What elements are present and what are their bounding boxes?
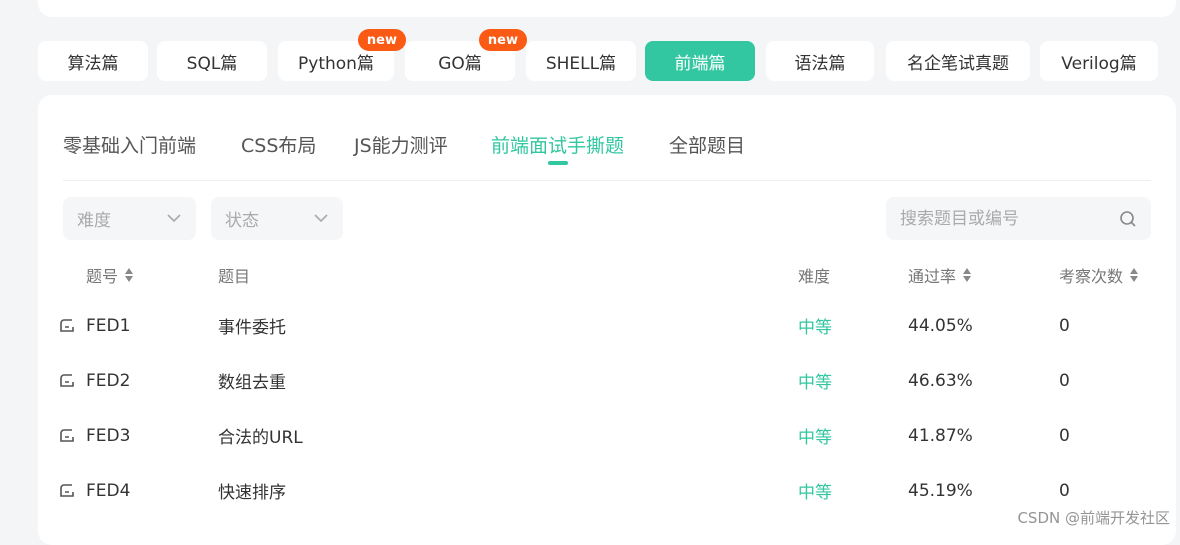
problem-pass-rate: 46.63% [908, 353, 973, 408]
watermark: CSDN @前端开发社区 [1017, 507, 1170, 528]
problem-icon [58, 316, 76, 334]
subtab-interview-coding[interactable]: 前端面试手撕题 [491, 131, 624, 158]
divider [63, 180, 1151, 181]
problem-id: FED1 [86, 298, 130, 353]
problem-id: FED4 [86, 463, 130, 518]
top-card [38, 0, 1176, 17]
column-header-label: 题目 [218, 263, 250, 287]
category-label: 名企笔试真题 [907, 49, 1009, 74]
new-badge: new [358, 29, 406, 51]
category-bar: 算法篇 SQL篇 Python篇new GO篇new SHELL篇 前端篇 语法… [38, 41, 1158, 81]
category-shell[interactable]: SHELL篇 [526, 41, 636, 81]
problem-title[interactable]: 事件委托 [218, 298, 286, 353]
problem-title[interactable]: 合法的URL [218, 408, 303, 463]
category-algorithm[interactable]: 算法篇 [38, 41, 148, 81]
category-label: 算法篇 [68, 49, 119, 74]
sort-icon[interactable] [1129, 267, 1139, 283]
problem-difficulty: 中等 [798, 353, 832, 408]
column-header-title: 题目 [218, 263, 250, 287]
problem-pass-rate: 45.19% [908, 463, 973, 518]
column-header-label: 通过率 [908, 263, 956, 287]
problem-title[interactable]: 快速排序 [218, 463, 286, 518]
column-header-pass-rate[interactable]: 通过率 [908, 263, 972, 287]
search-icon[interactable] [1119, 210, 1137, 228]
problem-id: FED2 [86, 353, 130, 408]
problem-difficulty: 中等 [798, 463, 832, 518]
chevron-down-icon [166, 210, 182, 226]
problem-pass-rate: 44.05% [908, 298, 973, 353]
table-row[interactable]: FED4 快速排序 中等 45.19% 0 [38, 463, 1176, 518]
table-row[interactable]: FED1 事件委托 中等 44.05% 0 [38, 298, 1176, 353]
category-sql[interactable]: SQL篇 [157, 41, 267, 81]
problem-list-card: 零基础入门前端 CSS布局 JS能力测评 前端面试手撕题 全部题目 难度 状态 … [38, 95, 1176, 545]
difficulty-filter-label: 难度 [77, 206, 111, 231]
category-company-exams[interactable]: 名企笔试真题 [886, 41, 1030, 81]
problem-icon [58, 426, 76, 444]
category-frontend[interactable]: 前端篇 [645, 41, 755, 81]
problem-difficulty: 中等 [798, 298, 832, 353]
category-label: Python篇 [298, 49, 374, 74]
category-label: Verilog篇 [1061, 49, 1136, 74]
status-filter[interactable]: 状态 [211, 197, 343, 240]
category-label: 前端篇 [675, 49, 726, 74]
subtab-js-assessment[interactable]: JS能力测评 [354, 131, 448, 158]
problem-count: 0 [1059, 353, 1070, 408]
new-badge: new [479, 29, 527, 51]
sort-icon[interactable] [962, 267, 972, 283]
problem-difficulty: 中等 [798, 408, 832, 463]
problem-pass-rate: 41.87% [908, 408, 973, 463]
category-label: SHELL篇 [546, 49, 616, 74]
subtab-all-problems[interactable]: 全部题目 [669, 131, 745, 158]
category-python[interactable]: Python篇new [278, 41, 394, 81]
problem-count: 0 [1059, 408, 1070, 463]
column-header-label: 难度 [798, 263, 830, 287]
column-header-count[interactable]: 考察次数 [1059, 263, 1139, 287]
problem-icon [58, 481, 76, 499]
column-header-label: 考察次数 [1059, 263, 1123, 287]
chevron-down-icon [313, 210, 329, 226]
difficulty-filter[interactable]: 难度 [63, 197, 196, 240]
table-row[interactable]: FED3 合法的URL 中等 41.87% 0 [38, 408, 1176, 463]
subtab-css-layout[interactable]: CSS布局 [241, 131, 316, 158]
search-input[interactable] [900, 197, 1110, 240]
category-syntax[interactable]: 语法篇 [766, 41, 874, 81]
table-row[interactable]: FED2 数组去重 中等 46.63% 0 [38, 353, 1176, 408]
problem-count: 0 [1059, 298, 1070, 353]
category-label: 语法篇 [795, 49, 846, 74]
problem-icon [58, 371, 76, 389]
sort-icon[interactable] [124, 267, 134, 283]
search-box [886, 197, 1151, 240]
category-label: SQL篇 [187, 49, 238, 74]
subtab-frontend-basics[interactable]: 零基础入门前端 [63, 131, 196, 158]
column-header-label: 题号 [86, 263, 118, 287]
problem-id: FED3 [86, 408, 130, 463]
problem-title[interactable]: 数组去重 [218, 353, 286, 408]
status-filter-label: 状态 [225, 206, 259, 231]
category-label: GO篇 [438, 49, 482, 74]
column-header-difficulty: 难度 [798, 263, 830, 287]
category-verilog[interactable]: Verilog篇 [1040, 41, 1158, 81]
column-header-id[interactable]: 题号 [86, 263, 134, 287]
category-go[interactable]: GO篇new [405, 41, 515, 81]
